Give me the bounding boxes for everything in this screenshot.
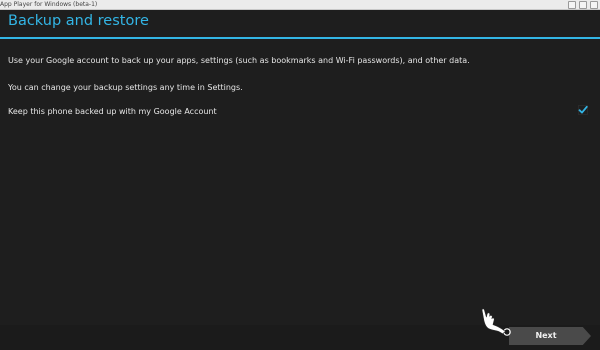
next-button-label: Next xyxy=(535,331,557,340)
window-title: App Player for Windows (beta-1) xyxy=(0,1,98,8)
backup-option-label: Keep this phone backed up with my Google… xyxy=(8,107,217,116)
header-divider xyxy=(0,37,600,39)
backup-option-row[interactable]: Keep this phone backed up with my Google… xyxy=(0,100,600,122)
window-controls xyxy=(568,1,598,9)
backup-description: Use your Google account to back up your … xyxy=(8,56,470,65)
page-title: Backup and restore xyxy=(8,13,149,29)
checkmark-icon[interactable] xyxy=(578,105,588,115)
app-player-window: App Player for Windows (beta-1) Backup a… xyxy=(0,0,600,350)
next-button[interactable]: Next xyxy=(509,327,591,345)
minimize-button[interactable] xyxy=(568,1,576,9)
hand-pointer-icon xyxy=(481,308,511,336)
maximize-button[interactable] xyxy=(579,1,587,9)
settings-note: You can change your backup settings any … xyxy=(8,83,243,92)
close-button[interactable] xyxy=(590,1,598,9)
window-titlebar: App Player for Windows (beta-1) xyxy=(0,0,600,10)
